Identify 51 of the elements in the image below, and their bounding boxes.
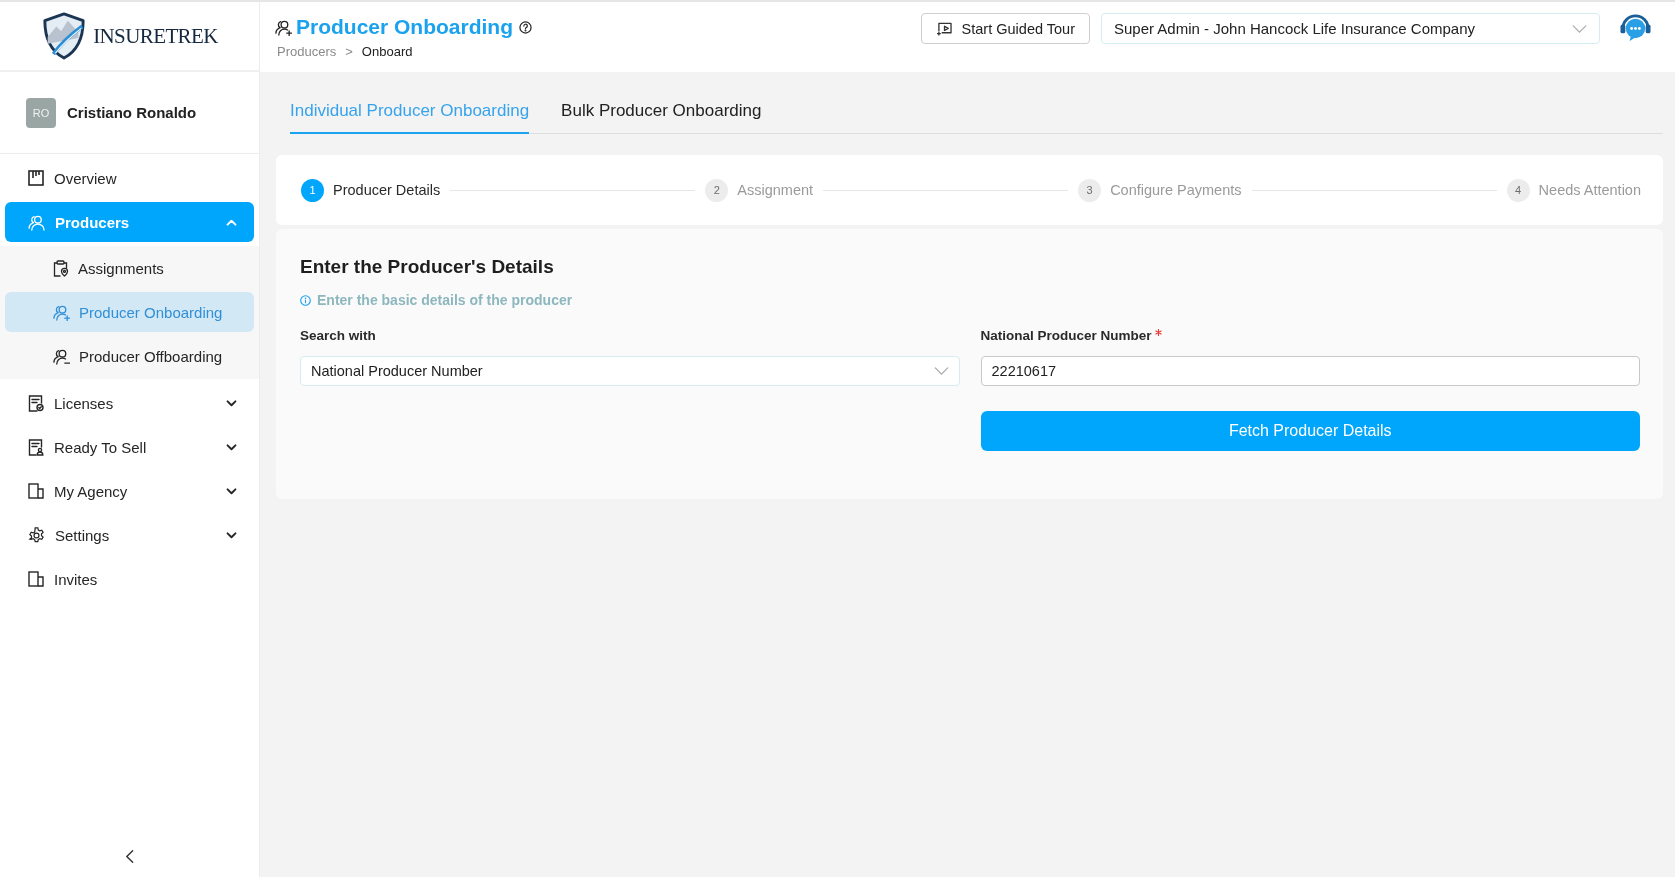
screen-icon (935, 21, 953, 36)
document-badge-icon (28, 394, 44, 412)
input-field[interactable]: 22210617 (980, 356, 1640, 386)
nav-item[interactable]: Settings (5, 515, 254, 555)
nav-item[interactable]: Ready To Sell (5, 427, 254, 467)
nav-subitem[interactable]: Producer Offboarding (5, 336, 254, 376)
user-avatar: RO (26, 97, 56, 128)
step-number: 1 (301, 178, 324, 202)
shield-mountain-icon (41, 12, 88, 60)
chat-support-icon[interactable] (1619, 12, 1652, 43)
field-label: National Producer Number (980, 328, 1152, 343)
help-icon[interactable] (519, 20, 532, 34)
chevron-down-icon (1572, 24, 1587, 33)
user-name: Cristiano Ronaldo (67, 104, 197, 121)
field-label: Search with (300, 328, 376, 343)
nav-item[interactable]: Licenses (5, 383, 254, 423)
step-number: 3 (1078, 178, 1102, 202)
nav-item[interactable]: Overview (5, 158, 254, 198)
step-number: 4 (1506, 178, 1530, 202)
page-title: Producer Onboarding (296, 15, 513, 39)
panels-icon (28, 483, 44, 499)
breadcrumb-link[interactable]: Producers (277, 44, 337, 59)
guided-tour-button[interactable]: Start Guided Tour (920, 13, 1090, 44)
people-plus-icon (53, 303, 70, 321)
nav-item[interactable]: My Agency (5, 471, 254, 511)
step-label: Configure Payments (1110, 182, 1242, 198)
step-label: Assignment (737, 182, 814, 198)
logo-text: INSURETREK (93, 23, 218, 49)
chevron-down-icon (933, 367, 949, 375)
step-label: Producer Details (333, 182, 441, 198)
account-select[interactable]: Super Admin - John Hancock Life Insurance Company (1101, 13, 1600, 44)
step-label: Needs Attention (1538, 182, 1641, 198)
form-title: Enter the Producer's Details (300, 256, 555, 278)
step-number: 2 (705, 178, 729, 202)
clipboard-pin-icon (53, 259, 69, 277)
settings-icon (28, 526, 45, 544)
people-minus-icon (53, 347, 70, 365)
panels-icon (28, 571, 44, 587)
tab[interactable]: Bulk Producer Onboarding (561, 89, 762, 134)
nav-item[interactable]: Invites (5, 559, 254, 599)
form-hint: Enter the basic details of the producer (317, 292, 573, 308)
breadcrumb-current: Onboard (361, 44, 413, 59)
nav-subitem[interactable]: Assignments (5, 248, 254, 288)
board-icon (28, 170, 44, 186)
people-icon (28, 213, 45, 231)
people-plus-icon (275, 18, 292, 36)
chevron-left-icon (125, 848, 134, 864)
document-person-icon (28, 438, 44, 456)
select-field[interactable]: National Producer Number (300, 356, 960, 386)
breadcrumb-separator: > (345, 44, 353, 59)
info-icon (300, 294, 311, 306)
